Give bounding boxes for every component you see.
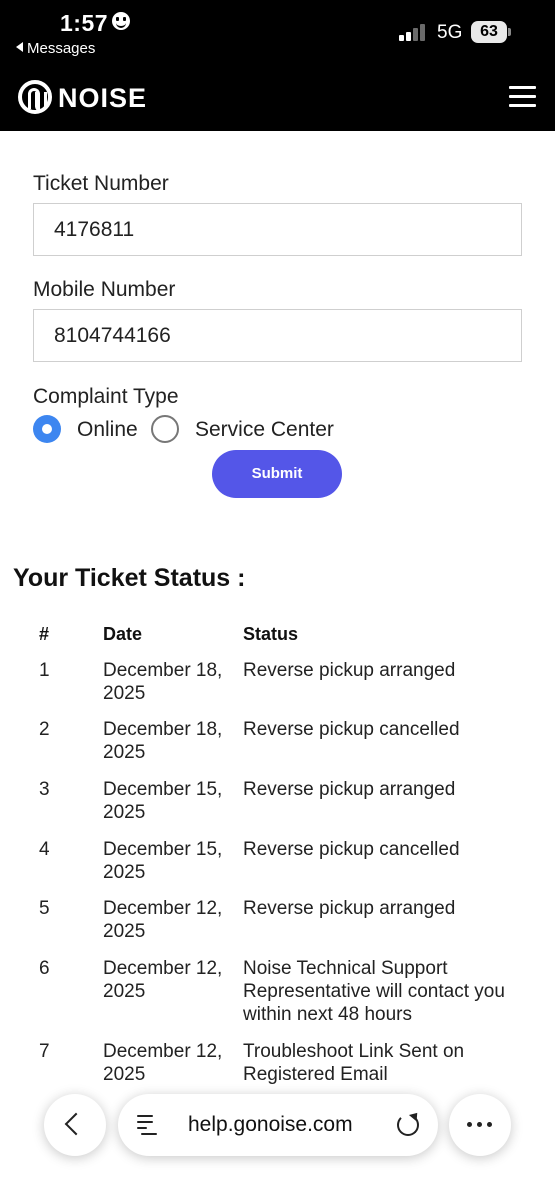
row-number: 3 — [39, 779, 50, 800]
status-bar: 1:57 Messages 5G 63 — [0, 0, 555, 62]
back-app-label: Messages — [27, 40, 96, 57]
row-status: Troubleshoot Link Sent on Registered Ema… — [243, 1041, 465, 1085]
ticket-number-label: Ticket Number — [33, 172, 169, 195]
row-number: 5 — [39, 898, 50, 919]
status-time: 1:57 — [60, 10, 109, 36]
smiley-icon — [112, 12, 130, 30]
row-status: Reverse pickup cancelled — [243, 719, 460, 740]
mobile-number-label: Mobile Number — [33, 278, 176, 301]
row-date: December 12, 2025 — [103, 898, 223, 942]
url-text[interactable]: help.gonoise.com — [188, 1113, 353, 1137]
row-number: 1 — [39, 660, 50, 681]
row-date: December 15, 2025 — [103, 839, 223, 883]
row-number: 7 — [39, 1041, 50, 1062]
brand-name[interactable]: NOISE — [58, 84, 147, 112]
row-status: Reverse pickup arranged — [243, 660, 456, 681]
radio-service-center-label[interactable]: Service Center — [195, 418, 334, 442]
row-date: December 12, 2025 — [103, 1041, 223, 1085]
row-date: December 18, 2025 — [103, 660, 223, 704]
row-date: December 18, 2025 — [103, 719, 223, 763]
column-header-number: # — [39, 624, 50, 644]
column-header-status: Status — [243, 624, 299, 644]
row-status: Reverse pickup cancelled — [243, 839, 460, 860]
mobile-number-input[interactable]: 8104744166 — [33, 309, 522, 362]
row-status: Reverse pickup arranged — [243, 898, 456, 919]
complaint-type-label: Complaint Type — [33, 385, 179, 408]
row-date: December 12, 2025 — [103, 958, 223, 1002]
radio-online[interactable] — [33, 415, 61, 443]
ticket-status-title: Your Ticket Status : — [13, 564, 246, 592]
battery-nub — [508, 28, 511, 36]
radio-service-center[interactable] — [151, 415, 179, 443]
ticket-number-input[interactable]: 4176811 — [33, 203, 522, 256]
reload-icon[interactable] — [397, 1114, 419, 1136]
column-header-date: Date — [103, 624, 143, 644]
more-dots-icon[interactable] — [467, 1122, 493, 1127]
row-status: Noise Technical Support Representative w… — [243, 958, 505, 1025]
battery-icon: 63 — [471, 21, 507, 43]
row-number: 4 — [39, 839, 50, 860]
reader-mode-icon[interactable] — [137, 1113, 157, 1135]
back-to-app-link[interactable]: Messages — [16, 40, 95, 57]
hamburger-menu-icon[interactable] — [509, 86, 536, 108]
row-number: 6 — [39, 958, 50, 979]
network-type: 5G — [437, 22, 463, 43]
noise-logo-icon[interactable] — [18, 80, 52, 114]
radio-online-label[interactable]: Online — [77, 418, 138, 442]
row-number: 2 — [39, 719, 50, 740]
row-status: Reverse pickup arranged — [243, 779, 456, 800]
back-arrow-icon — [16, 42, 23, 52]
signal-icon — [399, 24, 429, 41]
row-date: December 15, 2025 — [103, 779, 223, 823]
submit-button[interactable]: Submit — [212, 450, 342, 498]
site-header: NOISE — [0, 62, 555, 131]
